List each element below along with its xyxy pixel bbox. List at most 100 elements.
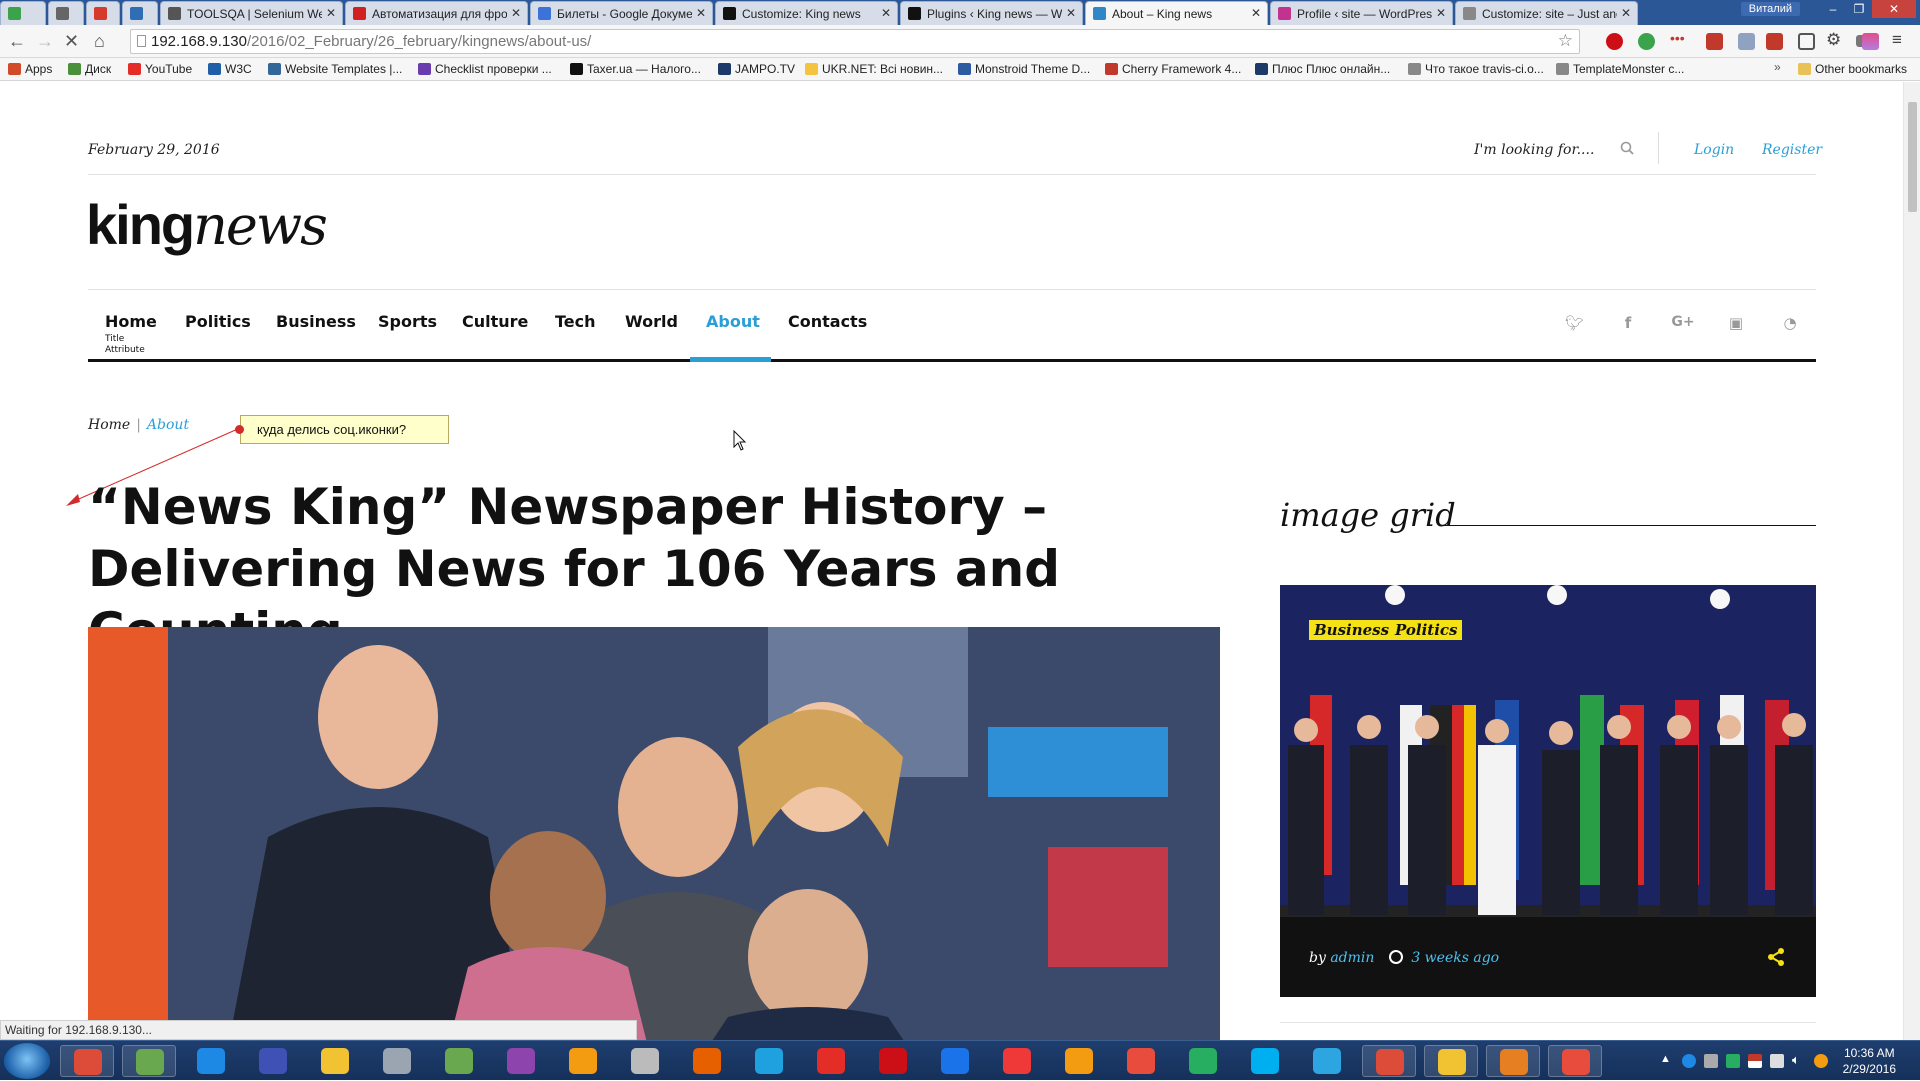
facebook-icon[interactable]: f [1619,314,1637,332]
browser-tab[interactable]: Plugins ‹ King news — W ✕ [900,1,1083,25]
taskbar-app-opera[interactable] [866,1045,920,1077]
browser-tab[interactable] [86,1,120,25]
bookmark-item[interactable]: Диск [68,62,111,76]
browser-tab[interactable]: Автоматизация для фрон ✕ [345,1,528,25]
author-link[interactable]: admin [1330,950,1374,966]
browser-tab[interactable]: Profile ‹ site — WordPres ✕ [1270,1,1453,25]
browser-tab[interactable] [48,1,84,25]
youtube-icon[interactable]: ▣ [1727,314,1745,332]
tray-app-icon[interactable] [1682,1054,1696,1068]
nav-contacts[interactable]: Contacts [788,312,867,331]
taskbar-app-yandex[interactable] [804,1045,858,1077]
profile-color-icon[interactable] [1862,33,1879,50]
close-window-button[interactable]: ✕ [1872,0,1916,18]
bookmark-item[interactable]: Cherry Framework 4... [1105,62,1241,76]
rss-icon[interactable]: ◔ [1781,314,1799,332]
bookmark-item[interactable]: Плюс Плюс онлайн... [1255,62,1390,76]
nav-business[interactable]: Business [276,312,356,331]
bookmark-item[interactable]: Apps [8,62,52,76]
bookmark-item[interactable]: Monstroid Theme D... [958,62,1090,76]
bookmark-item[interactable]: JAMPO.TV [718,62,795,76]
ad-extension-icon[interactable] [1706,33,1723,50]
taskbar-app-notepad-plus[interactable] [122,1045,176,1077]
taskbar-app-floppy[interactable] [246,1045,300,1077]
tray-flag-icon[interactable] [1748,1054,1762,1068]
taskbar-app-chrome[interactable] [60,1045,114,1077]
scrollbar-thumb[interactable] [1908,102,1917,212]
tray-update-icon[interactable] [1814,1054,1828,1068]
browser-tab[interactable]: Билеты - Google Докуме ✕ [530,1,713,25]
browser-tab[interactable]: Customize: site – Just ano ✕ [1455,1,1638,25]
forward-arrow-icon[interactable]: → [36,31,54,52]
volume-icon[interactable]: 🔈︎ [1792,1052,1806,1067]
taskbar-app-anydesk[interactable] [1114,1045,1168,1077]
tag-business[interactable]: Business [1309,620,1395,640]
browser-tab[interactable]: About – King news ✕ [1085,1,1268,25]
taskbar-app-vivaldi[interactable] [990,1045,1044,1077]
bookmark-item[interactable]: Taxer.ua — Налого... [570,62,701,76]
taskbar-app-spider[interactable] [618,1045,672,1077]
tray-network-icon[interactable] [1704,1054,1718,1068]
taskbar-app-finder[interactable] [1486,1045,1540,1077]
taskbar-app-edge-blue[interactable] [928,1045,982,1077]
bookmark-item[interactable]: W3C [208,62,252,76]
other-bookmarks[interactable]: Other bookmarks [1798,62,1907,76]
bookmark-item[interactable]: Checklist проверки ... [418,62,552,76]
share-icon[interactable] [1766,947,1786,967]
site-logo[interactable]: kingnews [86,192,328,257]
profile-button[interactable]: Виталий [1740,2,1800,16]
bookmark-item[interactable]: Website Templates |... [268,62,402,76]
search-icon[interactable] [1620,141,1634,155]
browser-tab[interactable]: TOOLSQA | Selenium Web ✕ [160,1,343,25]
taskbar-app-sublime[interactable] [556,1045,610,1077]
address-bar[interactable]: 192.168.9.130/2016/02_February/26_februa… [130,29,1580,54]
taskbar-app-skype[interactable] [1238,1045,1292,1077]
close-tab-icon[interactable]: ✕ [1621,6,1631,20]
close-tab-icon[interactable]: ✕ [1436,6,1446,20]
image-grid-card[interactable]: Business Politics by admin 3 weeks ago [1280,585,1816,997]
calendar-extension-icon[interactable] [1766,33,1783,50]
taskbar-app-game[interactable] [1052,1045,1106,1077]
login-link[interactable]: Login [1694,142,1734,158]
menu-icon[interactable]: ≡ [1892,30,1909,49]
close-tab-icon[interactable]: ✕ [326,6,336,20]
start-button[interactable] [4,1043,50,1079]
maximize-button[interactable]: ❐ [1846,0,1872,18]
taskbar-app-telegram[interactable] [1300,1045,1354,1077]
stop-loading-icon[interactable]: ✕ [64,31,79,52]
taskbar-app-firefox[interactable] [680,1045,734,1077]
system-clock[interactable]: 10:36 AM 2/29/2016 [1843,1045,1896,1077]
nav-culture[interactable]: Culture [462,312,528,331]
register-link[interactable]: Register [1762,142,1822,158]
chevron-right-icon[interactable]: » [1774,60,1781,74]
taskbar-app-rh[interactable] [432,1045,486,1077]
tray-expand-icon[interactable]: ▲ [1660,1053,1671,1065]
nav-tech[interactable]: Tech [555,312,596,331]
close-tab-icon[interactable]: ✕ [1251,6,1261,20]
evernote-extension-icon[interactable] [1638,33,1655,50]
nav-home[interactable]: Home [105,312,157,331]
card-time-link[interactable]: 3 weeks ago [1411,950,1499,966]
close-tab-icon[interactable]: ✕ [1066,6,1076,20]
close-tab-icon[interactable]: ✕ [511,6,521,20]
search-input[interactable]: I'm looking for.... [1474,142,1594,158]
tray-battery-icon[interactable] [1726,1054,1740,1068]
bookmark-item[interactable]: Что такое travis-ci.o... [1408,62,1544,76]
back-arrow-icon[interactable]: ← [8,31,26,52]
close-tab-icon[interactable]: ✕ [881,6,891,20]
bookmark-item[interactable]: TemplateMonster c... [1556,62,1684,76]
taskbar-app-star[interactable] [1548,1045,1602,1077]
taskbar-app-skype-s[interactable] [184,1045,238,1077]
nav-about[interactable]: About [706,312,760,331]
google-plus-icon[interactable]: G+ [1670,314,1696,332]
taskbar-app-s-green[interactable] [1176,1045,1230,1077]
more-dots-icon[interactable]: ••• [1670,30,1687,47]
taskbar-app-chrome-active[interactable] [1362,1045,1416,1077]
opera-extension-icon[interactable] [1606,33,1623,50]
nav-sports[interactable]: Sports [378,312,437,331]
minimize-button[interactable]: – [1820,0,1846,18]
close-tab-icon[interactable]: ✕ [696,6,706,20]
home-icon[interactable]: ⌂ [94,31,105,52]
taskbar-app-ie[interactable] [742,1045,796,1077]
bookmark-item[interactable]: YouTube [128,62,192,76]
